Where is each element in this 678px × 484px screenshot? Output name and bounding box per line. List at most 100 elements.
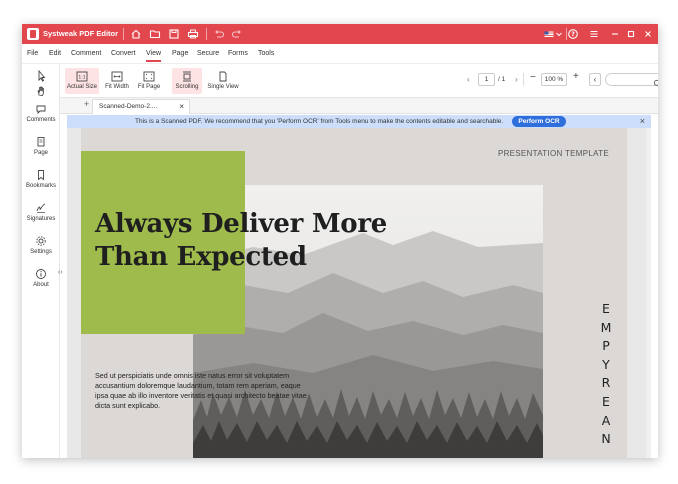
close-icon[interactable]	[641, 27, 655, 41]
sidebar-item-bookmarks[interactable]: Bookmarks	[22, 169, 60, 189]
tab-label: Scanned-Demo-2....	[99, 103, 158, 110]
home-icon[interactable]	[129, 27, 143, 41]
gear-icon	[35, 235, 47, 247]
vertical-scrollbar[interactable]	[646, 128, 651, 458]
comment-icon	[35, 103, 47, 115]
template-label: PRESENTATION TEMPLATE	[497, 149, 609, 158]
search-icon	[653, 75, 658, 93]
folder-icon[interactable]	[148, 27, 162, 41]
hand-icon[interactable]	[34, 84, 48, 96]
brand-letter: P	[602, 338, 610, 354]
separator	[123, 28, 124, 40]
close-tab-icon[interactable]: ×	[179, 102, 184, 111]
sidebar-item-label: Settings	[30, 249, 52, 255]
brand-letter: M	[600, 319, 612, 335]
search-input[interactable]	[605, 73, 658, 86]
prev-page-icon[interactable]: ‹	[467, 75, 470, 84]
sidebar-item-label: Signatures	[26, 216, 56, 222]
ocr-notice-text: This is a Scanned PDF. We recommend that…	[135, 118, 504, 125]
menu-forms[interactable]: Forms	[228, 50, 248, 57]
tool-label: Fit Width	[105, 84, 129, 90]
page-number-input[interactable]: 1	[478, 73, 495, 86]
brand-letter: Y	[602, 356, 610, 372]
tab-scanned-demo[interactable]: Scanned-Demo-2.... ×	[92, 99, 190, 114]
save-icon[interactable]	[167, 27, 181, 41]
document-tabs: + Scanned-Demo-2.... ×	[60, 98, 658, 114]
redo-icon[interactable]	[230, 27, 244, 41]
zoom-in-icon[interactable]: +	[573, 71, 579, 82]
left-sidebar: Comments Page Bookmarks Signatures Setti…	[22, 64, 63, 458]
page-total: / 1	[498, 76, 506, 83]
new-tab-icon[interactable]: +	[84, 99, 89, 109]
sidebar-item-label: Page	[33, 150, 48, 156]
svg-text:?: ?	[571, 30, 575, 38]
menu-page[interactable]: Page	[172, 50, 188, 57]
help-icon[interactable]: ?	[566, 27, 580, 41]
scrolling-icon	[181, 71, 193, 82]
minimize-icon[interactable]	[608, 27, 622, 41]
svg-text:1:1: 1:1	[78, 75, 85, 81]
brand-letter: A	[601, 412, 611, 428]
sidebar-item-label: Comments	[26, 117, 56, 123]
undo-icon[interactable]	[212, 27, 226, 41]
search-prev-icon[interactable]: ‹	[589, 73, 601, 86]
info-icon	[35, 268, 47, 280]
single-view-button[interactable]: Single View	[206, 68, 240, 94]
fit-width-button[interactable]: Fit Width	[102, 68, 132, 94]
bookmark-icon	[35, 169, 47, 181]
maximize-icon[interactable]	[624, 27, 638, 41]
cursor-icon[interactable]	[34, 69, 48, 82]
vertical-brand-word: E M P Y R E A N	[599, 300, 613, 449]
brand-letter: N	[601, 431, 611, 447]
sidebar-item-label: Bookmarks	[25, 183, 56, 189]
headline-line-1: Always Deliver More	[95, 209, 387, 239]
sidebar-item-settings[interactable]: Settings	[22, 235, 60, 255]
brand-letter: E	[602, 393, 610, 409]
menu-convert[interactable]: Convert	[111, 50, 136, 57]
actual-size-button[interactable]: 1:1 Actual Size	[65, 68, 99, 94]
sidebar-item-page[interactable]: Page	[22, 136, 60, 156]
collapse-handle-icon[interactable]: ‹›	[58, 269, 63, 276]
fit-page-button[interactable]: Fit Page	[135, 68, 163, 94]
body-paragraph: Sed ut perspiciatis unde omnis iste natu…	[95, 371, 307, 410]
menu-view[interactable]: View	[146, 50, 162, 62]
zoom-input[interactable]: 100 %	[541, 73, 567, 86]
app-logo-icon	[27, 28, 39, 40]
menu-icon[interactable]	[587, 27, 601, 41]
print-icon[interactable]	[186, 27, 200, 41]
scrolling-button[interactable]: Scrolling	[172, 68, 202, 94]
menu-bar: File Edit Comment Convert View Page Secu…	[22, 44, 658, 64]
perform-ocr-button[interactable]: Perform OCR	[512, 116, 566, 127]
chevron-down-icon[interactable]	[552, 27, 566, 41]
sidebar-item-comments[interactable]: Comments	[22, 103, 60, 123]
zoom-out-icon[interactable]: −	[530, 72, 536, 83]
sidebar-item-about[interactable]: About	[22, 268, 60, 288]
headline-line-2: Than Expected	[95, 242, 307, 272]
actual-size-icon: 1:1	[76, 71, 88, 82]
sidebar-item-signatures[interactable]: Signatures	[22, 202, 60, 222]
view-toolbar: 1:1 Actual Size Fit Width Fit Page Scrol…	[60, 64, 658, 98]
fit-width-icon	[111, 71, 123, 82]
sidebar-item-label: About	[33, 282, 49, 288]
menu-tools[interactable]: Tools	[258, 50, 274, 57]
menu-secure[interactable]: Secure	[197, 50, 219, 57]
ocr-notice-bar: This is a Scanned PDF. We recommend that…	[67, 115, 651, 128]
menu-file[interactable]: File	[27, 50, 38, 57]
tool-label: Actual Size	[66, 84, 97, 90]
document-viewport: PRESENTATION TEMPLATE Always Deliver Mor…	[67, 128, 651, 458]
fit-page-icon	[143, 71, 155, 82]
tool-label: Single View	[207, 84, 239, 90]
separator	[206, 28, 207, 40]
menu-comment[interactable]: Comment	[71, 50, 101, 57]
single-view-icon	[217, 71, 229, 82]
close-notice-icon[interactable]: ×	[640, 116, 645, 126]
app-window: Systweak PDF Editor ? File Edit Comment …	[22, 24, 658, 458]
signature-icon	[35, 202, 47, 214]
next-page-icon[interactable]: ›	[515, 75, 518, 84]
menu-edit[interactable]: Edit	[49, 50, 61, 57]
title-bar: Systweak PDF Editor ?	[22, 24, 658, 44]
headline: Always Deliver More Than Expected	[95, 208, 415, 274]
tool-label: Fit Page	[137, 84, 161, 90]
separator	[523, 73, 524, 86]
app-title: Systweak PDF Editor	[43, 29, 119, 38]
